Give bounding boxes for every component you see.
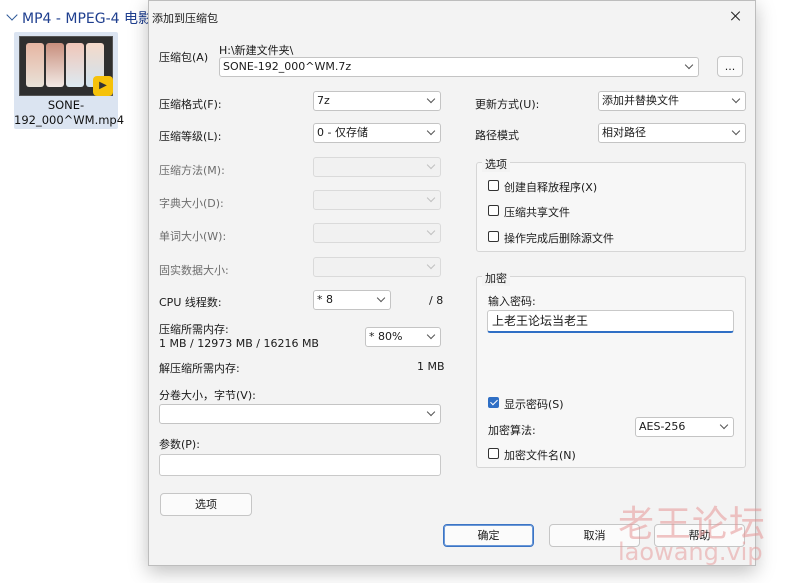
format-select[interactable]: 7z bbox=[313, 91, 441, 111]
chevron-down-icon bbox=[426, 126, 436, 136]
dict-size-select[interactable] bbox=[313, 190, 441, 210]
method-label: 压缩方法(M): bbox=[159, 164, 225, 177]
show-password-label[interactable]: 显示密码(S) bbox=[504, 396, 564, 412]
memory-percent-value: * 80% bbox=[369, 330, 403, 343]
shared-files-checkbox[interactable] bbox=[488, 205, 499, 216]
watermark-url: laowang.vip bbox=[618, 538, 763, 566]
chevron-down-icon bbox=[426, 193, 436, 203]
chevron-down-icon bbox=[684, 60, 694, 70]
encryption-method-value: AES-256 bbox=[639, 420, 686, 433]
format-label: 压缩格式(F): bbox=[159, 98, 222, 111]
close-icon[interactable] bbox=[723, 5, 749, 27]
memory-label: 压缩所需内存: bbox=[159, 323, 229, 336]
path-mode-select[interactable]: 相对路径 bbox=[598, 123, 746, 143]
file-item[interactable]: ▶ SONE-192_000^WM.mp4 bbox=[14, 32, 125, 129]
memory-detail: 1 MB / 12973 MB / 16216 MB bbox=[159, 337, 319, 350]
volume-combo[interactable] bbox=[159, 404, 441, 424]
archive-name-combo[interactable]: SONE-192_000^WM.7z bbox=[219, 57, 699, 77]
chevron-down-icon bbox=[426, 226, 436, 236]
format-value: 7z bbox=[317, 94, 330, 107]
word-size-label: 单词大小(W): bbox=[159, 230, 227, 243]
chevron-down-icon bbox=[426, 160, 436, 170]
threads-value: * 8 bbox=[317, 293, 333, 306]
params-input[interactable] bbox=[159, 454, 441, 476]
player-badge-icon: ▶ bbox=[93, 76, 113, 96]
sfx-label[interactable]: 创建自释放程序(X) bbox=[504, 179, 597, 195]
update-mode-label: 更新方式(U): bbox=[475, 98, 540, 111]
solid-size-label: 固实数据大小: bbox=[159, 264, 229, 277]
add-to-archive-dialog: 添加到压缩包 压缩包(A) H:\新建文件夹\ SONE-192_000^WM.… bbox=[148, 0, 756, 566]
archive-name-value: SONE-192_000^WM.7z bbox=[223, 60, 352, 73]
chevron-down-icon bbox=[426, 330, 436, 340]
params-label: 参数(P): bbox=[159, 438, 200, 451]
title-bar: 添加到压缩包 bbox=[149, 1, 755, 31]
encryption-method-label: 加密算法: bbox=[488, 424, 536, 437]
password-input[interactable]: 上老王论坛当老王 bbox=[487, 310, 734, 333]
chevron-down-icon bbox=[731, 94, 741, 104]
word-size-select[interactable] bbox=[313, 223, 441, 243]
chevron-down-icon bbox=[426, 407, 436, 417]
threads-label: CPU 线程数: bbox=[159, 296, 222, 309]
method-select[interactable] bbox=[313, 157, 441, 177]
dict-size-label: 字典大小(D): bbox=[159, 197, 224, 210]
update-mode-value: 添加并替换文件 bbox=[602, 94, 679, 107]
chevron-down-icon bbox=[376, 293, 386, 303]
decompress-memory-value: 1 MB bbox=[417, 360, 445, 373]
browse-button[interactable]: ... bbox=[717, 56, 743, 77]
encrypt-names-label[interactable]: 加密文件名(N) bbox=[504, 447, 576, 463]
archive-path: H:\新建文件夹\ bbox=[219, 44, 294, 57]
delete-after-checkbox[interactable] bbox=[488, 231, 499, 242]
path-mode-value: 相对路径 bbox=[602, 126, 646, 139]
encryption-group-title: 加密 bbox=[482, 270, 510, 286]
update-mode-select[interactable]: 添加并替换文件 bbox=[598, 91, 746, 111]
level-select[interactable]: 0 - 仅存储 bbox=[313, 123, 441, 143]
dialog-title: 添加到压缩包 bbox=[152, 12, 218, 25]
options-button[interactable]: 选项 bbox=[160, 493, 252, 516]
encrypt-names-checkbox[interactable] bbox=[488, 448, 499, 459]
threads-max: / 8 bbox=[429, 294, 444, 307]
decompress-memory-label: 解压缩所需内存: bbox=[159, 362, 240, 375]
explorer-header: MP4 - MPEG-4 电影 bbox=[0, 0, 160, 34]
chevron-down-icon bbox=[719, 420, 729, 430]
level-value: 0 - 仅存储 bbox=[317, 126, 368, 139]
chevron-down-icon bbox=[731, 126, 741, 136]
file-name: SONE-192_000^WM.mp4 bbox=[14, 98, 125, 127]
archive-label: 压缩包(A) bbox=[159, 51, 209, 64]
chevron-down-icon bbox=[426, 94, 436, 104]
delete-after-label[interactable]: 操作完成后删除源文件 bbox=[504, 230, 614, 246]
sfx-checkbox[interactable] bbox=[488, 180, 499, 191]
chevron-down-icon bbox=[426, 260, 436, 270]
show-password-checkbox[interactable] bbox=[488, 397, 499, 408]
password-label: 输入密码: bbox=[488, 295, 536, 308]
path-mode-label: 路径模式 bbox=[475, 129, 519, 142]
solid-size-select[interactable] bbox=[313, 257, 441, 277]
explorer-group-title[interactable]: MP4 - MPEG-4 电影 bbox=[22, 8, 152, 28]
threads-select[interactable]: * 8 bbox=[313, 290, 391, 310]
chevron-down-icon[interactable] bbox=[6, 9, 18, 21]
volume-label: 分卷大小，字节(V): bbox=[159, 389, 256, 402]
ok-button[interactable]: 确定 bbox=[443, 524, 534, 547]
options-group-title: 选项 bbox=[482, 156, 510, 172]
memory-percent-select[interactable]: * 80% bbox=[365, 327, 441, 347]
level-label: 压缩等级(L): bbox=[159, 130, 222, 143]
shared-files-label[interactable]: 压缩共享文件 bbox=[504, 204, 570, 220]
encryption-method-select[interactable]: AES-256 bbox=[635, 417, 734, 437]
